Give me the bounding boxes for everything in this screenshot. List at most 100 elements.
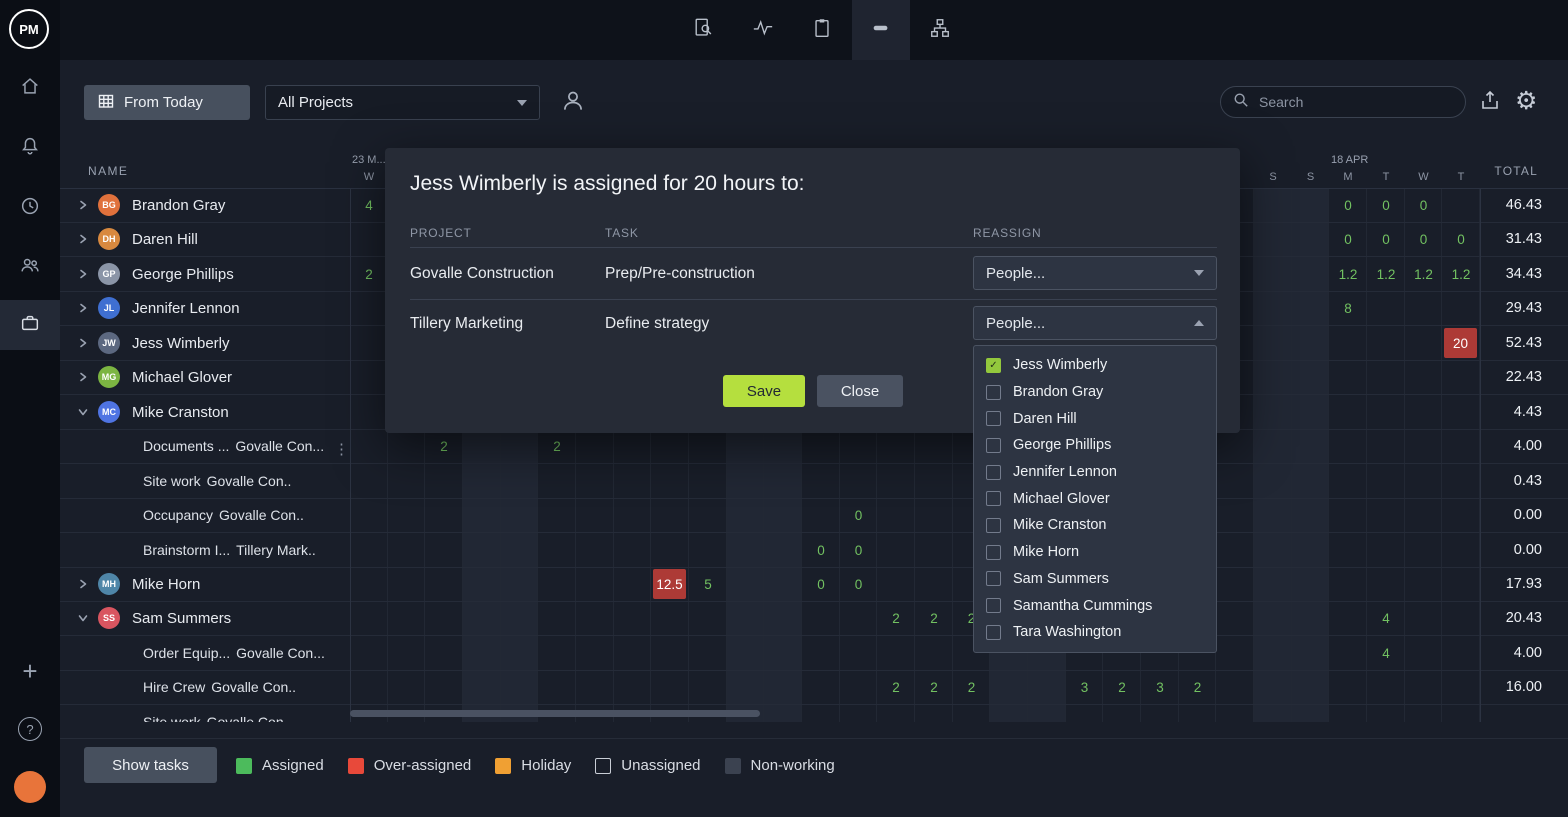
tab-workload[interactable] — [852, 0, 910, 60]
checkbox-checked-icon[interactable]: ✓ — [986, 358, 1001, 373]
workload-cell[interactable]: 0 — [1442, 222, 1480, 256]
sidebar-item-team[interactable] — [0, 242, 60, 292]
export-button[interactable] — [1478, 89, 1504, 115]
workload-cell[interactable]: 3 — [1066, 670, 1103, 704]
show-tasks-button[interactable]: Show tasks — [84, 747, 217, 783]
chevron-right-icon[interactable] — [78, 372, 90, 382]
person-row[interactable]: SSSam Summers — [60, 601, 350, 635]
chevron-right-icon[interactable] — [78, 303, 90, 313]
workload-cell[interactable]: 2 — [350, 257, 388, 291]
project-filter-select[interactable]: All Projects — [265, 85, 540, 120]
workload-cell[interactable]: 4 — [1367, 601, 1405, 635]
user-avatar[interactable] — [14, 771, 46, 803]
sidebar-item-notifications[interactable] — [0, 123, 60, 173]
workload-cell[interactable]: 2 — [915, 601, 953, 635]
person-row[interactable]: JWJess Wimberly — [60, 326, 350, 360]
people-filter-button[interactable] — [556, 86, 590, 120]
checkbox-icon[interactable] — [986, 465, 1001, 480]
pm-logo[interactable]: PM — [9, 9, 49, 49]
workload-cell[interactable]: 0 — [1329, 222, 1367, 256]
dropdown-item[interactable]: ✓Jess Wimberly — [974, 352, 1216, 379]
workload-cell[interactable]: 0 — [1405, 188, 1442, 222]
dropdown-item[interactable]: Samantha Cummings — [974, 592, 1216, 619]
workload-cell[interactable]: 1.2 — [1329, 257, 1367, 291]
dropdown-item[interactable]: Sam Summers — [974, 566, 1216, 593]
chevron-right-icon[interactable] — [78, 200, 90, 210]
task-row[interactable]: OccupancyGovalle Con.. — [60, 498, 350, 532]
checkbox-icon[interactable] — [986, 385, 1001, 400]
workload-cell[interactable]: 2 — [1179, 670, 1216, 704]
dropdown-item[interactable]: Mike Horn — [974, 539, 1216, 566]
workload-cell[interactable]: 1.2 — [1405, 257, 1442, 291]
workload-cell[interactable]: 2 — [1103, 670, 1141, 704]
column-resize-handle[interactable]: ⋮ — [334, 440, 347, 458]
workload-cell[interactable]: 3 — [1141, 670, 1179, 704]
checkbox-icon[interactable] — [986, 545, 1001, 560]
dropdown-item[interactable]: Brandon Gray — [974, 379, 1216, 406]
close-button[interactable]: Close — [817, 375, 903, 407]
dropdown-item[interactable]: Daren Hill — [974, 405, 1216, 432]
workload-cell[interactable]: 0 — [802, 533, 840, 567]
workload-cell[interactable]: 4 — [1367, 636, 1405, 670]
workload-cell[interactable]: 8 — [1329, 291, 1367, 325]
over-assigned-cell[interactable]: 12.5 — [653, 569, 686, 599]
person-row[interactable]: MHMike Horn — [60, 567, 350, 601]
from-today-button[interactable]: From Today — [84, 85, 250, 120]
dropdown-item[interactable]: Tara Washington — [974, 619, 1216, 646]
workload-cell[interactable]: 5 — [689, 567, 727, 601]
reassign-select-2[interactable]: People... — [973, 306, 1217, 340]
task-row[interactable]: Order Equip...Govalle Con... — [60, 636, 350, 670]
dropdown-item[interactable]: Michael Glover — [974, 485, 1216, 512]
reassign-select-1[interactable]: People... — [973, 256, 1217, 290]
chevron-right-icon[interactable] — [78, 234, 90, 244]
checkbox-icon[interactable] — [986, 491, 1001, 506]
tab-search-document[interactable] — [675, 0, 733, 60]
workload-cell[interactable]: 4 — [350, 188, 388, 222]
workload-cell[interactable]: 0 — [1405, 222, 1442, 256]
workload-cell[interactable]: 0 — [840, 533, 877, 567]
task-row[interactable]: Brainstorm I...Tillery Mark.. — [60, 533, 350, 567]
person-row[interactable]: DHDaren Hill — [60, 222, 350, 256]
over-assigned-cell[interactable]: 20 — [1444, 328, 1477, 358]
gear-icon[interactable]: ⚙ — [1515, 86, 1537, 116]
dropdown-item[interactable]: Jennifer Lennon — [974, 459, 1216, 486]
search-input[interactable] — [1257, 93, 1453, 111]
sidebar-item-portfolio[interactable] — [0, 300, 60, 350]
workload-cell[interactable]: 0 — [1367, 222, 1405, 256]
checkbox-icon[interactable] — [986, 598, 1001, 613]
task-row[interactable]: Hire CrewGovalle Con.. — [60, 670, 350, 704]
chevron-down-icon[interactable] — [78, 407, 90, 417]
chevron-right-icon[interactable] — [78, 269, 90, 279]
tab-sitemap[interactable] — [911, 0, 969, 60]
person-row[interactable]: MCMike Cranston — [60, 395, 350, 429]
workload-cell[interactable]: 0 — [802, 567, 840, 601]
sidebar-item-timesheets[interactable] — [0, 183, 60, 233]
chevron-right-icon[interactable] — [78, 338, 90, 348]
sidebar-item-help[interactable]: ? — [0, 704, 60, 754]
workload-cell[interactable]: 2 — [877, 670, 915, 704]
task-row[interactable]: Site workGovalle Con — [60, 705, 350, 722]
checkbox-icon[interactable] — [986, 571, 1001, 586]
checkbox-icon[interactable] — [986, 625, 1001, 640]
checkbox-icon[interactable] — [986, 518, 1001, 533]
workload-cell[interactable]: 0 — [1329, 188, 1367, 222]
horizontal-scrollbar[interactable] — [350, 710, 760, 717]
person-row[interactable]: JLJennifer Lennon — [60, 291, 350, 325]
workload-cell[interactable]: 2 — [915, 670, 953, 704]
save-button[interactable]: Save — [723, 375, 805, 407]
chevron-right-icon[interactable] — [78, 579, 90, 589]
person-row[interactable]: MGMichael Glover — [60, 360, 350, 394]
workload-cell[interactable]: 0 — [1367, 188, 1405, 222]
dropdown-item[interactable]: Mike Cranston — [974, 512, 1216, 539]
person-row[interactable]: BGBrandon Gray — [60, 188, 350, 222]
workload-cell[interactable]: 2 — [425, 429, 463, 463]
task-row[interactable]: Site workGovalle Con.. — [60, 464, 350, 498]
checkbox-icon[interactable] — [986, 411, 1001, 426]
workload-cell[interactable]: 2 — [877, 601, 915, 635]
tab-activity[interactable] — [734, 0, 792, 60]
sidebar-item-add[interactable]: + — [0, 646, 60, 696]
workload-cell[interactable]: 2 — [953, 670, 990, 704]
person-row[interactable]: GPGeorge Phillips — [60, 257, 350, 291]
workload-cell[interactable]: 0 — [840, 567, 877, 601]
chevron-down-icon[interactable] — [78, 613, 90, 623]
